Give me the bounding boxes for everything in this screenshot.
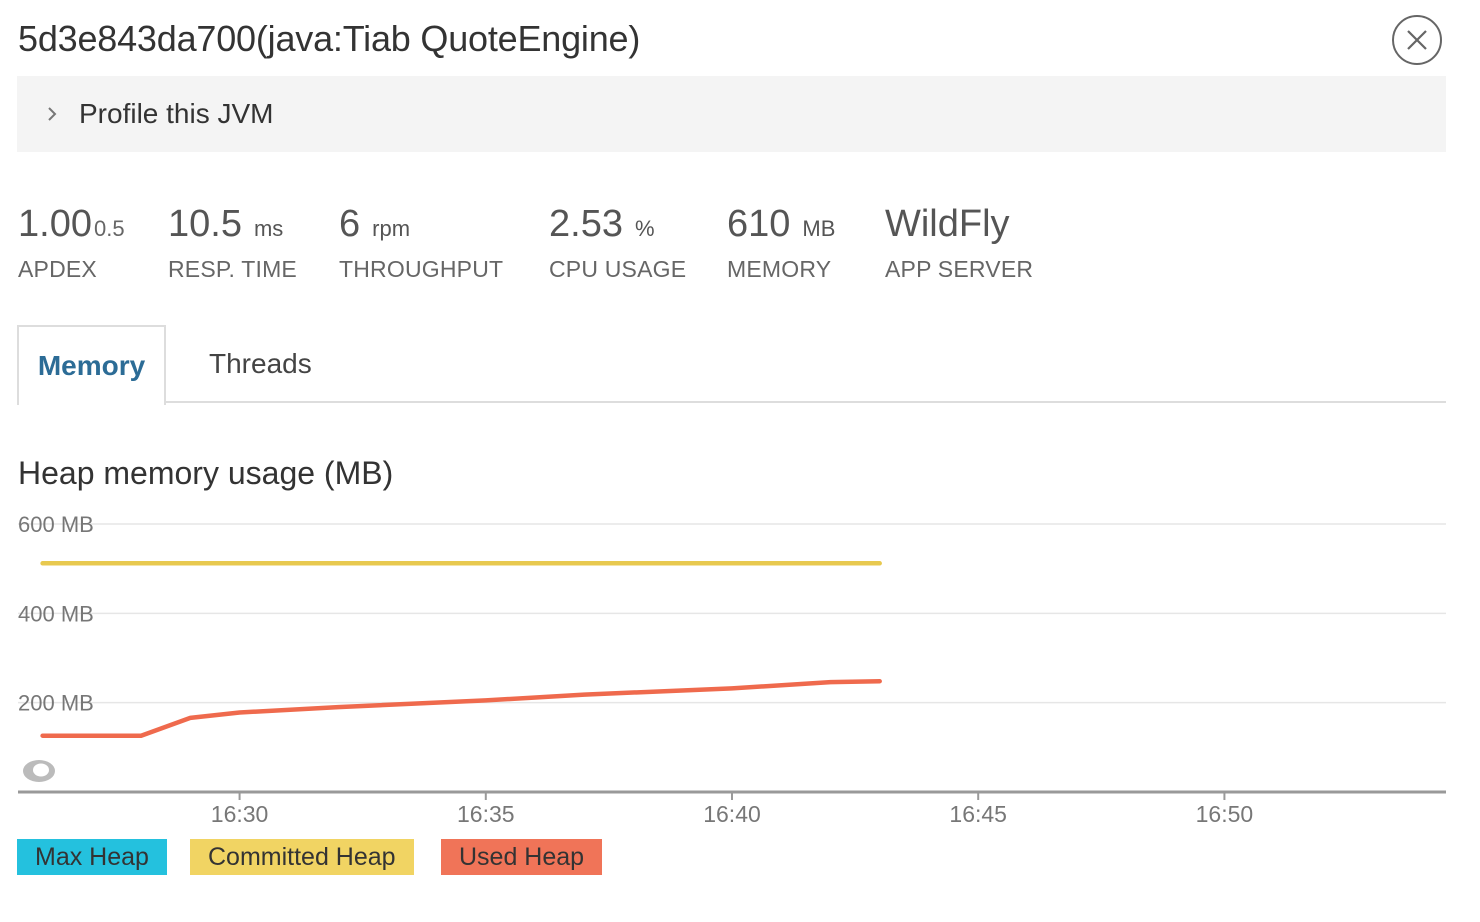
legend-committed-heap-label: Committed Heap — [190, 839, 414, 875]
memory-caption: MEMORY — [727, 256, 832, 282]
x-tick-label: 16:35 — [457, 801, 515, 827]
resp-time-unit: ms — [253, 216, 284, 241]
close-icon — [1407, 30, 1427, 50]
chevron-right-icon — [47, 106, 59, 122]
apdex-value: 1.00 — [18, 203, 92, 245]
x-tick-label: 16:45 — [949, 801, 1007, 827]
legend-used-heap[interactable]: Used Heap — [441, 839, 603, 875]
resp-time-caption: RESP. TIME — [168, 256, 297, 282]
y-tick-label: 400 MB — [18, 601, 94, 626]
profile-jvm-label: Profile this JVM — [79, 98, 274, 129]
apdex-caption: APDEX — [18, 256, 97, 282]
metric-resp-time: 10.5 ms RESP. TIME — [168, 203, 297, 283]
legend-max-heap-label: Max Heap — [17, 839, 167, 875]
used-heap-line — [40, 678, 882, 738]
x-tick-label: 16:30 — [211, 801, 269, 827]
metric-throughput: 6 rpm THROUGHPUT — [339, 203, 503, 283]
visibility-toggle-icon-inner — [33, 763, 49, 777]
legend-used-heap-label: Used Heap — [441, 839, 603, 875]
metric-apdex: 1.000.5 APDEX — [18, 203, 125, 283]
tab-bar: Memory Threads — [17, 325, 1446, 405]
y-tick-label: 200 MB — [18, 691, 94, 716]
y-tick-label: 600 MB — [18, 512, 94, 537]
resp-time-value: 10.5 — [168, 203, 242, 245]
memory-unit: MB — [802, 216, 836, 241]
x-tick-label: 16:50 — [1196, 801, 1254, 827]
chart-title: Heap memory usage (MB) — [18, 455, 394, 491]
close-button[interactable] — [1392, 15, 1442, 65]
metric-cpu: 2.53% CPU USAGE — [549, 203, 686, 283]
tab-memory[interactable]: Memory — [17, 325, 166, 405]
app-server-caption: APP SERVER — [885, 256, 1034, 282]
legend-max-heap[interactable]: Max Heap — [17, 839, 167, 875]
tab-threads[interactable]: Threads — [209, 325, 312, 403]
app-server-value: WildFly — [885, 203, 1010, 245]
cpu-value: 2.53 — [549, 203, 623, 245]
apdex-threshold: 0.5 — [93, 216, 125, 241]
metric-memory: 610 MB MEMORY — [727, 203, 835, 283]
cpu-caption: CPU USAGE — [549, 256, 687, 282]
cpu-unit: % — [634, 216, 655, 241]
profile-jvm-toggle[interactable]: Profile this JVM — [17, 76, 1446, 152]
memory-value: 610 — [727, 203, 791, 245]
page-title: 5d3e843da700(java:Tiab QuoteEngine) — [18, 18, 641, 59]
throughput-unit: rpm — [372, 216, 411, 241]
legend-committed-heap[interactable]: Committed Heap — [190, 839, 414, 875]
throughput-value: 6 — [339, 203, 361, 245]
heap-memory-chart: 600 MB 400 MB 200 MB 16:30 16:35 16:40 16:45 16… — [18, 512, 1446, 827]
throughput-caption: THROUGHPUT — [339, 256, 504, 282]
metric-app-server: WildFly APP SERVER — [885, 203, 1033, 283]
x-tick-label: 16:40 — [703, 801, 761, 827]
